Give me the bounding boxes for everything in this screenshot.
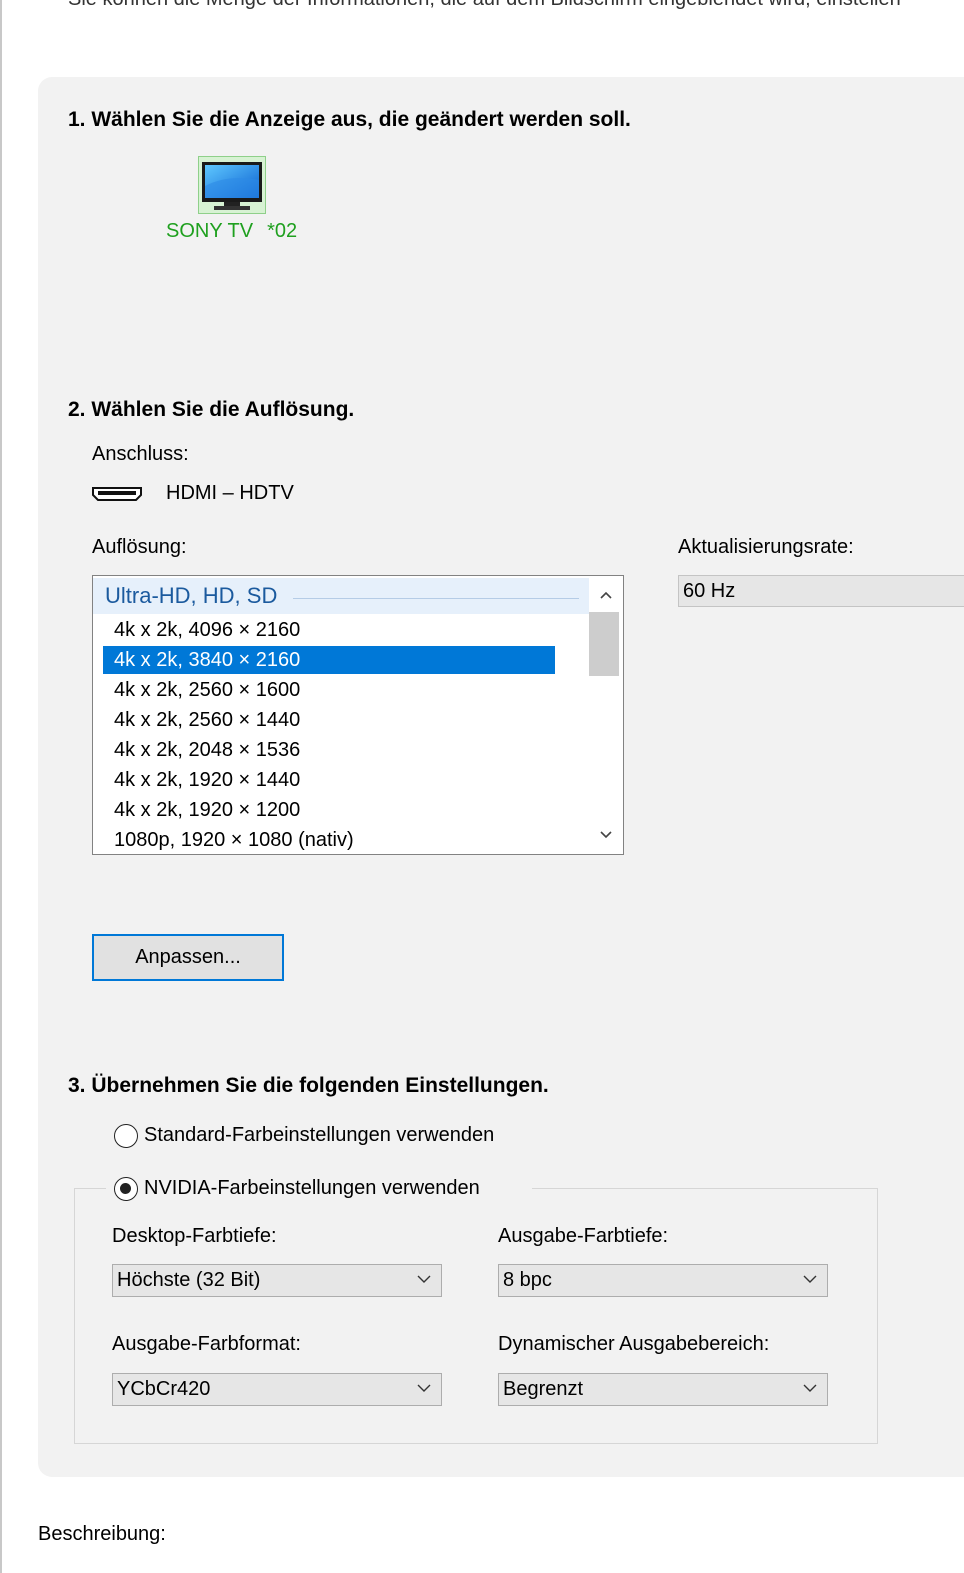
output-depth-label: Ausgabe-Farbtiefe: [498, 1225, 669, 1247]
output-depth-select[interactable]: 8 bpc [498, 1264, 828, 1297]
resolution-item[interactable]: 4k x 2k, 1920 × 1440 [103, 766, 555, 794]
window-left-border [0, 0, 2, 1573]
chevron-down-icon [417, 1275, 431, 1283]
desktop-depth-label: Desktop-Farbtiefe: [112, 1225, 277, 1247]
display-name-label: SONY TV [166, 220, 254, 242]
chevron-down-icon [417, 1384, 431, 1392]
resolution-item[interactable]: 4k x 2k, 1920 × 1200 [103, 796, 555, 824]
group-divider [293, 598, 579, 599]
refresh-rate-label: Aktualisierungsrate: [678, 536, 854, 558]
dynamic-range-label: Dynamischer Ausgabebereich: [498, 1333, 770, 1355]
resolution-item-selected[interactable]: 4k x 2k, 3840 × 2160 [103, 646, 555, 674]
step3-heading: 3. Übernehmen Sie die folgenden Einstell… [68, 1074, 549, 1097]
output-format-label: Ausgabe-Farbformat: [112, 1333, 301, 1355]
connector-value: HDMI – HDTV [166, 482, 294, 504]
intro-text: Sie können die Menge der Informationen, … [68, 0, 901, 11]
radio-nvidia-colors-label[interactable]: NVIDIA-Farbeinstellungen verwenden [144, 1177, 480, 1200]
resolution-item[interactable]: 4k x 2k, 2560 × 1600 [103, 676, 555, 704]
resolution-item[interactable]: 1080p, 1920 × 1080 (nativ) [103, 826, 555, 854]
refresh-rate-select[interactable]: 60 Hz [678, 575, 964, 607]
scroll-thumb[interactable] [589, 612, 619, 676]
chevron-down-icon [803, 1384, 817, 1392]
dynamic-range-select[interactable]: Begrenzt [498, 1373, 828, 1406]
resolution-item[interactable]: 4k x 2k, 2048 × 1536 [103, 736, 555, 764]
scroll-up-icon[interactable] [589, 578, 623, 612]
connector-label: Anschluss: [92, 443, 189, 465]
hdmi-icon [92, 487, 142, 501]
chevron-down-icon [803, 1275, 817, 1283]
output-format-value: YCbCr420 [117, 1378, 211, 1400]
radio-default-colors-label[interactable]: Standard-Farbeinstellungen verwenden [144, 1124, 494, 1147]
radio-selected-dot [120, 1183, 131, 1194]
display-name[interactable]: SONY TV *02 [166, 220, 297, 243]
description-label: Beschreibung: [38, 1523, 166, 1545]
desktop-depth-value: Höchste (32 Bit) [117, 1269, 261, 1291]
display-tile[interactable] [198, 156, 266, 214]
output-format-select[interactable]: YCbCr420 [112, 1373, 442, 1406]
resolution-group-label: Ultra-HD, HD, SD [105, 583, 278, 608]
radio-default-colors[interactable] [114, 1124, 138, 1148]
resolution-listbox[interactable]: Ultra-HD, HD, SD 4k x 2k, 4096 × 2160 4k… [92, 575, 624, 855]
step1-heading: 1. Wählen Sie die Anzeige aus, die geänd… [68, 108, 631, 131]
resolution-label: Auflösung: [92, 536, 187, 558]
customize-button[interactable]: Anpassen... [92, 934, 284, 981]
desktop-depth-select[interactable]: Höchste (32 Bit) [112, 1264, 442, 1297]
resolution-item[interactable]: 4k x 2k, 2560 × 1440 [103, 706, 555, 734]
resolution-group-header: Ultra-HD, HD, SD [93, 578, 589, 614]
scroll-down-icon[interactable] [589, 818, 623, 852]
resolution-scrollbar[interactable] [589, 576, 623, 854]
step2-heading: 2. Wählen Sie die Auflösung. [68, 398, 355, 421]
output-depth-value: 8 bpc [503, 1269, 552, 1291]
radio-nvidia-colors[interactable] [114, 1177, 138, 1201]
dynamic-range-value: Begrenzt [503, 1378, 584, 1400]
display-id-label: *02 [267, 220, 298, 242]
monitor-icon [202, 162, 262, 210]
resolution-item[interactable]: 4k x 2k, 4096 × 2160 [103, 616, 555, 644]
